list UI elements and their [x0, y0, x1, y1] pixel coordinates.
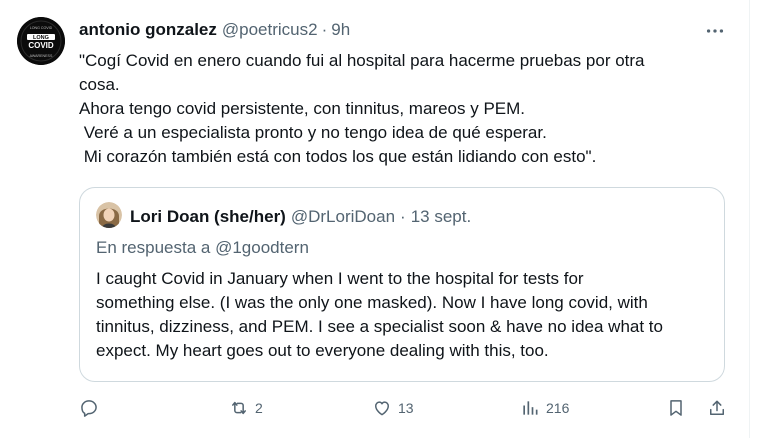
- quote-author-avatar[interactable]: [96, 202, 122, 228]
- quote-line: something else. (I was the only one mask…: [96, 293, 648, 312]
- quoted-tweet[interactable]: Lori Doan (she/her) @DrLoriDoan · 13 sep…: [79, 187, 725, 382]
- like-count: 13: [398, 400, 414, 416]
- author-avatar[interactable]: LONG COVID LONG COVID AWARENESS: [17, 17, 65, 65]
- avatar-bottom-text: AWARENESS: [30, 54, 53, 58]
- tweet-line: Mi corazón también está con todos los qu…: [79, 147, 597, 166]
- action-bar: 2 13 216: [0, 398, 758, 422]
- more-horizontal-icon: [706, 29, 724, 33]
- retweet-button[interactable]: 2: [229, 398, 263, 418]
- reply-context: En respuesta a @1goodtern: [96, 238, 309, 258]
- retweet-icon: [232, 401, 246, 415]
- reply-to-handle[interactable]: @1goodtern: [215, 238, 309, 257]
- retweet-count: 2: [255, 400, 263, 416]
- quote-separator: ·: [400, 207, 406, 226]
- like-button[interactable]: 13: [372, 398, 414, 418]
- analytics-icon: [523, 401, 538, 415]
- tweet-line: cosa.: [79, 75, 120, 94]
- share-icon: [710, 400, 724, 415]
- reply-button[interactable]: [79, 398, 105, 418]
- avatar-main-text: COVID: [28, 41, 54, 50]
- quote-text: I caught Covid in January when I went to…: [96, 267, 716, 363]
- quote-header: Lori Doan (she/her) @DrLoriDoan · 13 sep…: [130, 207, 471, 227]
- heart-icon: [375, 401, 389, 416]
- quote-author-handle[interactable]: @DrLoriDoan: [291, 207, 395, 227]
- quote-author-name[interactable]: Lori Doan (she/her): [130, 207, 286, 227]
- tweet-header: antonio gonzalez @poetricus2 · 9h: [79, 20, 350, 40]
- tweet-line: "Cogí Covid en enero cuando fui al hospi…: [79, 51, 645, 70]
- quote-date[interactable]: 13 sept.: [411, 207, 472, 227]
- author-name[interactable]: antonio gonzalez: [79, 20, 217, 40]
- author-handle[interactable]: @poetricus2: [222, 20, 318, 40]
- share-button[interactable]: [707, 398, 727, 418]
- quote-line: expect. My heart goes out to everyone de…: [96, 341, 549, 360]
- reply-icon: [81, 400, 97, 417]
- views-button[interactable]: 216: [520, 398, 569, 418]
- views-count: 216: [546, 400, 570, 416]
- bookmark-icon: [670, 400, 682, 416]
- bookmark-button[interactable]: [666, 398, 686, 418]
- long-covid-logo-icon: LONG COVID LONG COVID AWARENESS: [17, 17, 65, 65]
- person-avatar-icon: [96, 202, 122, 228]
- quote-line: tinnitus, dizziness, and PEM. I see a sp…: [96, 317, 663, 336]
- quote-line: I caught Covid in January when I went to…: [96, 269, 584, 288]
- tweet-line: Veré a un especialista pronto y no tengo…: [79, 123, 547, 142]
- tweet-line: Ahora tengo covid persistente, con tinni…: [79, 99, 526, 118]
- timeline-border: [749, 0, 750, 438]
- header-separator: ·: [321, 20, 328, 39]
- more-options-button[interactable]: [704, 20, 726, 42]
- reply-prefix: En respuesta a: [96, 238, 211, 257]
- tweet-text: "Cogí Covid en enero cuando fui al hospi…: [79, 49, 719, 169]
- avatar-top-text: LONG COVID: [30, 26, 53, 30]
- tweet-time[interactable]: 9h: [331, 20, 350, 40]
